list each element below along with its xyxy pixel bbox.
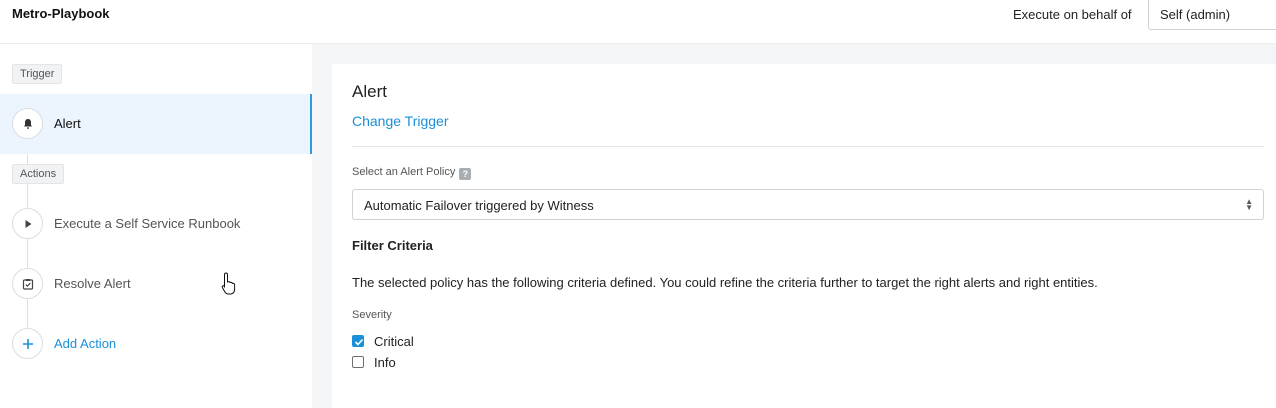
trigger-config-panel: Alert Change Trigger Select an Alert Pol… bbox=[332, 64, 1276, 408]
step-label: Execute a Self Service Runbook bbox=[54, 216, 241, 231]
actions-section-tag: Actions bbox=[12, 164, 65, 184]
checkbox-label: Info bbox=[374, 355, 396, 370]
bell-icon bbox=[24, 119, 32, 129]
top-bar: Metro-Playbook Execute on behalf of Self… bbox=[0, 0, 1276, 44]
filter-criteria-heading: Filter Criteria bbox=[352, 238, 433, 253]
clipboard-check-icon bbox=[22, 279, 34, 290]
execute-on-behalf-select[interactable]: Self (admin) bbox=[1148, 0, 1276, 30]
playbook-sidebar: Trigger Alert Actions Execute a Self Ser… bbox=[0, 44, 312, 408]
add-action-label: Add Action bbox=[54, 336, 117, 351]
mouse-pointer-icon bbox=[221, 272, 236, 295]
plus-icon bbox=[23, 339, 33, 349]
select-arrows-icon: ▲ ▼ bbox=[1245, 197, 1253, 212]
criteria-description: The selected policy has the following cr… bbox=[352, 275, 1098, 290]
alert-policy-select[interactable]: Automatic Failover triggered by Witness … bbox=[352, 189, 1264, 220]
change-trigger-link[interactable]: Change Trigger bbox=[352, 113, 449, 129]
step-circle bbox=[12, 108, 43, 139]
step-circle bbox=[12, 208, 43, 239]
step-label: Alert bbox=[54, 116, 81, 131]
step-circle bbox=[12, 328, 43, 359]
check-icon bbox=[354, 338, 364, 346]
alert-policy-label: Select an Alert Policy? bbox=[352, 166, 472, 180]
checkbox-checked[interactable] bbox=[352, 335, 364, 347]
execute-on-behalf-label: Execute on behalf of bbox=[1013, 7, 1132, 22]
step-circle bbox=[12, 268, 43, 299]
alert-policy-value: Automatic Failover triggered by Witness bbox=[364, 198, 594, 213]
divider bbox=[352, 146, 1264, 147]
help-icon[interactable]: ? bbox=[459, 168, 472, 180]
panel-title: Alert bbox=[352, 82, 387, 101]
step-trigger-alert[interactable]: Alert bbox=[0, 94, 312, 154]
app-title: Metro-Playbook bbox=[12, 6, 110, 21]
play-icon bbox=[25, 220, 32, 228]
step-execute-runbook[interactable]: Execute a Self Service Runbook bbox=[0, 194, 312, 254]
checkbox-label: Critical bbox=[374, 334, 414, 349]
add-action-button[interactable]: Add Action bbox=[0, 314, 312, 374]
step-resolve-alert[interactable]: Resolve Alert bbox=[0, 254, 312, 314]
step-label: Resolve Alert bbox=[54, 276, 131, 291]
trigger-section-tag: Trigger bbox=[12, 64, 63, 84]
alert-policy-label-text: Select an Alert Policy bbox=[352, 166, 456, 178]
severity-label: Severity bbox=[352, 309, 392, 321]
checkbox-unchecked[interactable] bbox=[352, 356, 364, 368]
